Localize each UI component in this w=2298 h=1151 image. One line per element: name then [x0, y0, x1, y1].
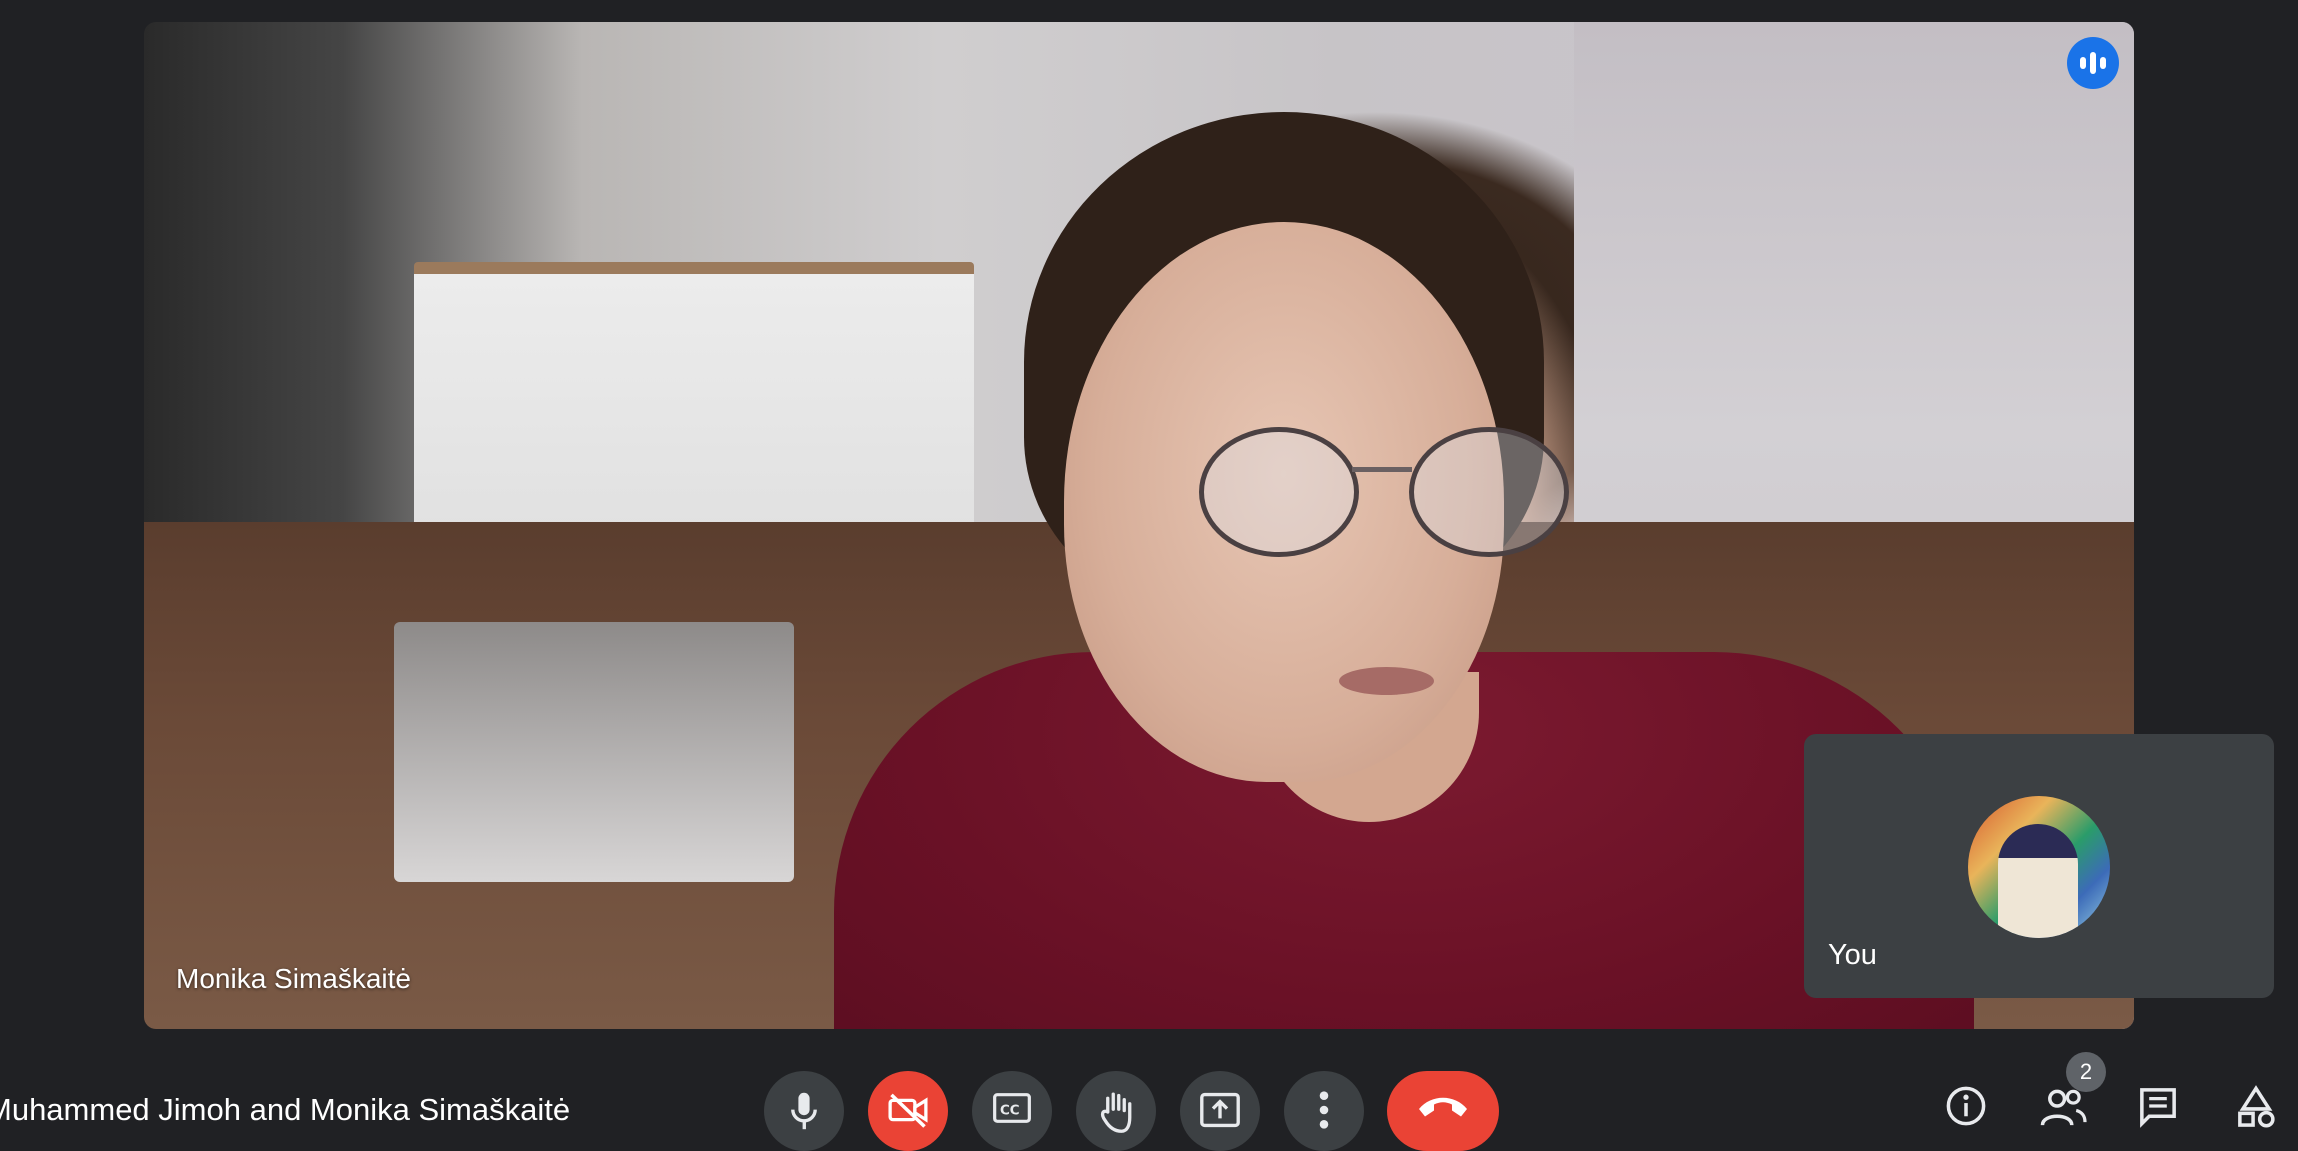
meeting-title: Muhammed Jimoh and Monika Simaškaitė	[0, 1092, 571, 1127]
svg-text:CC: CC	[1000, 1104, 1020, 1119]
participant-mouth	[1339, 667, 1434, 695]
self-view-tile[interactable]: You	[1804, 734, 2274, 998]
video-background-table	[394, 622, 794, 882]
hand-icon	[1100, 1092, 1132, 1133]
participant-glasses-left	[1199, 427, 1359, 557]
camera-button[interactable]	[868, 1071, 948, 1151]
leave-call-button[interactable]	[1387, 1071, 1499, 1151]
people-count-badge: 2	[2066, 1052, 2106, 1092]
more-options-button[interactable]	[1284, 1071, 1364, 1151]
participant-glasses-right	[1409, 427, 1569, 557]
meeting-details-info-icon[interactable]	[1944, 1084, 1988, 1128]
present-screen-icon	[1200, 1092, 1240, 1128]
more-vert-icon	[1319, 1091, 1329, 1129]
video-background-cabinets	[414, 262, 974, 552]
self-view-label: You	[1828, 939, 1877, 971]
participant-glasses-bridge	[1352, 467, 1412, 472]
call-end-icon	[1419, 1097, 1467, 1117]
audio-bars-icon	[2067, 37, 2119, 89]
raise-hand-button[interactable]	[1076, 1071, 1156, 1151]
mic-icon	[791, 1092, 817, 1130]
captions-button[interactable]: CC	[972, 1071, 1052, 1151]
avatar-person	[1998, 824, 2078, 938]
microphone-button[interactable]	[764, 1071, 844, 1151]
participant-name: Monika Simaškaitė	[176, 963, 411, 994]
present-button[interactable]	[1180, 1071, 1260, 1151]
chat-icon[interactable]	[2136, 1084, 2180, 1128]
activities-icon[interactable]	[2234, 1084, 2278, 1128]
self-avatar	[1968, 796, 2110, 938]
cc-icon: CC	[993, 1093, 1031, 1123]
video-off-icon	[888, 1093, 928, 1128]
